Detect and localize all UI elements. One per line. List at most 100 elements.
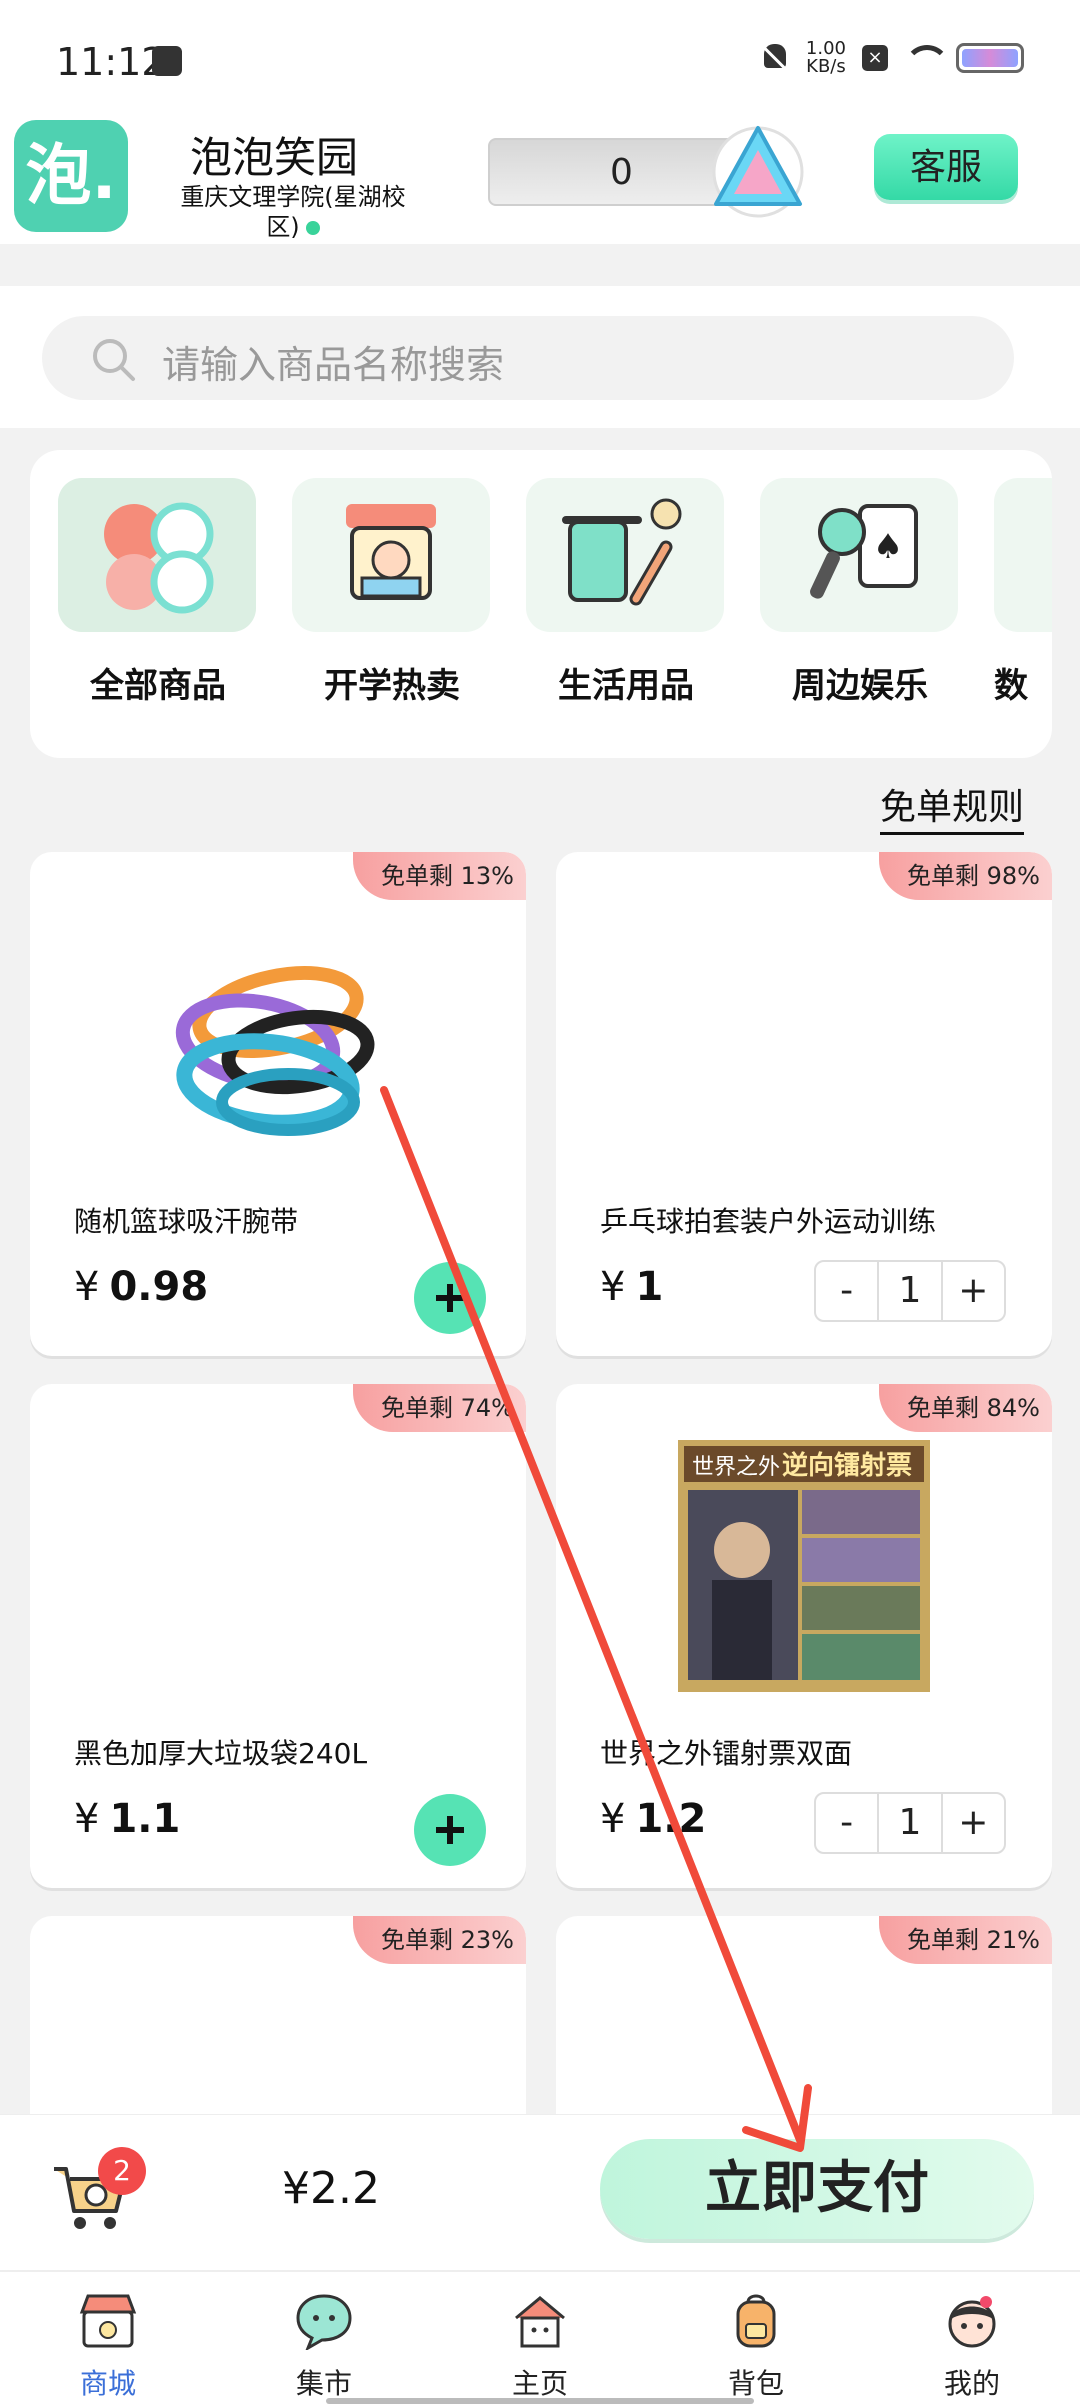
wristband-product-image [175, 966, 375, 1136]
wifi-icon [904, 45, 950, 71]
tab-label: 商城 [79, 2367, 136, 2400]
category-bar[interactable]: 全部商品 开学热卖 生活用品 ♠ 周边娱乐 数 [30, 450, 1052, 758]
product-card[interactable]: 免单剩 74% 黑色加厚大垃圾袋240L ¥1.1 [30, 1384, 526, 1888]
product-name: 黑色加厚大垃圾袋240L [74, 1737, 368, 1770]
status-icons: 1.00 KB/s × [760, 40, 1024, 76]
status-time: 11:12 [56, 40, 166, 84]
category-label: 周边娱乐 [792, 666, 928, 706]
laser-ticket-product-image: 世界之外 逆向镭射票 [678, 1440, 930, 1692]
product-name: 世界之外镭射票双面 [600, 1737, 853, 1770]
search-section: 请输入商品名称搜索 [0, 286, 1080, 428]
store-header: 泡. 泡泡笑园 重庆文理学院(星湖校区) 0 客服 [0, 120, 1080, 244]
store-name: 泡泡笑园 [190, 133, 359, 182]
gamepad-icon [994, 478, 1052, 632]
tab-profile[interactable]: 我的 [864, 2272, 1080, 2408]
store-icon [79, 2294, 137, 2348]
pay-now-button[interactable]: 立即支付 [600, 2139, 1034, 2239]
chat-bubble-icon [296, 2294, 352, 2350]
svg-text:♠: ♠ [873, 527, 903, 567]
search-placeholder: 请输入商品名称搜索 [162, 343, 505, 387]
currency-symbol: ¥ [74, 1264, 100, 1310]
search-input[interactable]: 请输入商品名称搜索 [42, 316, 1014, 400]
status-bar: 11:12 1.00 KB/s × [0, 0, 1080, 120]
net-speed: 1.00 KB/s [806, 40, 846, 76]
towel-toothbrush-icon [526, 478, 724, 632]
battery-icon [956, 43, 1024, 73]
quantity-stepper[interactable]: - 1 + [814, 1792, 1006, 1854]
store-campus[interactable]: 重庆文理学院(星湖校区) [168, 182, 418, 242]
decrement-button[interactable]: - [816, 1794, 877, 1852]
free-order-badge: 免单剩 21% [879, 1916, 1052, 1964]
price-value: 1.1 [109, 1796, 181, 1842]
free-order-badge: 免单剩 23% [353, 1916, 526, 1964]
product-price: ¥1.1 [74, 1796, 180, 1842]
house-icon [515, 2296, 565, 2348]
mute-icon [760, 42, 790, 74]
ticket-prefix-text: 世界之外 [692, 1455, 780, 1480]
currency-symbol: ¥ [600, 1796, 626, 1842]
customer-service-button[interactable]: 客服 [874, 134, 1018, 200]
category-label: 开学热卖 [324, 666, 460, 706]
online-dot-icon [305, 221, 320, 235]
product-name: 随机篮球吸汗腕带 [74, 1205, 299, 1238]
product-card[interactable]: 免单剩 13% 随机篮球吸汗腕带 ¥0.98 [30, 852, 526, 1356]
category-label: 数 [994, 666, 1028, 706]
app-notification-icon: × [862, 45, 888, 71]
product-price: ¥1 [600, 1264, 663, 1310]
bottom-tab-bar: 商城 集市 主页 背包 我的 [0, 2270, 1080, 2408]
free-order-rules-link[interactable]: 免单规则 [879, 778, 1024, 835]
category-daily-goods[interactable]: 生活用品 [526, 478, 726, 707]
product-price: ¥0.98 [74, 1264, 208, 1310]
currency-symbol: ¥ [600, 1264, 626, 1310]
increment-button[interactable]: + [943, 1794, 1004, 1852]
coin-value: 0 [610, 152, 633, 193]
category-all[interactable]: 全部商品 [58, 478, 258, 707]
tab-home[interactable]: 主页 [432, 2272, 648, 2408]
cart-count-badge: 2 [98, 2147, 146, 2195]
tab-label: 我的 [943, 2367, 1000, 2400]
add-to-cart-button[interactable] [414, 1262, 486, 1334]
ticket-title-text: 逆向镭射票 [782, 1450, 912, 1481]
notification-icon [152, 46, 182, 76]
net-speed-unit: KB/s [806, 56, 846, 77]
microphone-cards-icon: ♠ [760, 478, 958, 632]
product-price: ¥1.2 [600, 1796, 706, 1842]
tab-store[interactable]: 商城 [0, 2272, 216, 2408]
tab-market[interactable]: 集市 [216, 2272, 432, 2408]
category-label: 全部商品 [90, 666, 226, 706]
backpack-icon [736, 2294, 776, 2348]
category-label: 生活用品 [558, 666, 694, 706]
profile-avatar-icon [948, 2296, 996, 2348]
quantity-value[interactable]: 1 [877, 1794, 943, 1852]
increment-button[interactable]: + [943, 1262, 1004, 1320]
quantity-stepper[interactable]: - 1 + [814, 1260, 1006, 1322]
currency-symbol: ¥ [74, 1796, 100, 1842]
category-hot-sale[interactable]: 开学热卖 [292, 478, 492, 707]
category-entertainment[interactable]: ♠ 周边娱乐 [760, 478, 960, 707]
hot-sale-stall-icon [292, 478, 490, 632]
free-order-badge: 免单剩 74% [353, 1384, 526, 1432]
product-card[interactable]: 免单剩 98% 乒乓球拍套装户外运动训练 ¥1 - 1 + [556, 852, 1052, 1356]
category-digital[interactable]: 数 [994, 478, 1052, 707]
price-value: 0.98 [109, 1264, 209, 1310]
tab-label: 集市 [295, 2367, 352, 2400]
product-name: 乒乓球拍套装户外运动训练 [600, 1205, 937, 1238]
tab-label: 主页 [511, 2367, 568, 2400]
tab-backpack[interactable]: 背包 [648, 2272, 864, 2408]
free-order-badge: 免单剩 13% [353, 852, 526, 900]
add-to-cart-button[interactable] [414, 1794, 486, 1866]
quantity-value[interactable]: 1 [877, 1262, 943, 1320]
store-logo: 泡. [14, 120, 128, 232]
clover-icon [58, 478, 256, 632]
price-value: 1.2 [635, 1796, 707, 1842]
campus-text: 重庆文理学院(星湖校区) [180, 183, 406, 241]
decrement-button[interactable]: - [816, 1262, 877, 1320]
search-icon [93, 339, 135, 381]
free-order-badge: 免单剩 98% [879, 852, 1052, 900]
product-card[interactable]: 免单剩 84% 世界之外 逆向镭射票 世界之外镭射票双面 ¥1.2 - 1 + [556, 1384, 1052, 1888]
tab-label: 背包 [727, 2367, 784, 2400]
home-indicator[interactable] [326, 2398, 754, 2404]
price-value: 1 [635, 1264, 664, 1310]
free-order-badge: 免单剩 84% [879, 1384, 1052, 1432]
gem-triangle-icon[interactable] [710, 120, 806, 220]
